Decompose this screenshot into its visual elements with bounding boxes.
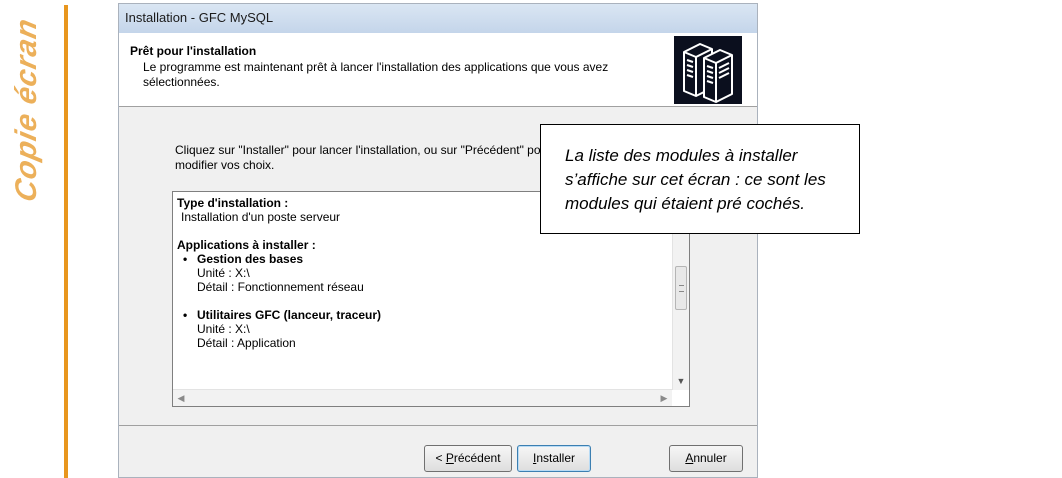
horizontal-scrollbar[interactable]: ◀ ▶ (173, 389, 672, 406)
scroll-down-icon[interactable]: ▼ (673, 374, 689, 388)
scroll-thumb[interactable] (675, 266, 687, 310)
app-detail: Détail : Fonctionnement réseau (197, 280, 364, 294)
page-title: Prêt pour l'installation (130, 44, 257, 58)
list-item: • Gestion des bases Unité : X:\ Détail : … (177, 252, 669, 294)
annotation-callout: La liste des modules à installer s’affic… (540, 124, 860, 234)
app-detail: Détail : Application (197, 336, 296, 350)
side-label: Copie écran (2, 0, 52, 230)
previous-label-rest: récédent (453, 451, 501, 465)
list-item: • Utilitaires GFC (lanceur, traceur) Unit… (177, 308, 669, 350)
app-name: Utilitaires GFC (lanceur, traceur) (197, 308, 382, 322)
cancel-label-rest: nnuler (693, 451, 727, 465)
wizard-footer: < Précédent Installer Annuler (119, 425, 757, 477)
page-description: Le programme est maintenant prêt à lance… (143, 60, 609, 89)
app-name: Gestion des bases (197, 252, 304, 266)
apps-title: Applications à installer : (177, 238, 316, 252)
app-unit: Unité : X:\ (197, 266, 250, 280)
callout-text: La liste des modules à installer s’affic… (565, 146, 826, 213)
scroll-left-icon[interactable]: ◀ (173, 390, 189, 406)
app-unit: Unité : X:\ (197, 322, 250, 336)
bullet-icon: • (183, 308, 188, 322)
bullet-icon: • (183, 252, 188, 266)
cancel-button[interactable]: Annuler (669, 445, 743, 472)
computers-icon (674, 36, 742, 104)
install-button[interactable]: Installer (517, 445, 591, 472)
wizard-header: Prêt pour l'installation Le programme es… (119, 33, 757, 107)
window-title: Installation - GFC MySQL (125, 10, 274, 25)
side-label-text: Copie écran (10, 15, 43, 205)
installer-dialog: Installation - GFC MySQL Prêt pour l'ins… (118, 3, 758, 478)
side-divider (64, 5, 68, 478)
previous-button[interactable]: < Précédent (424, 445, 512, 472)
scroll-right-icon[interactable]: ▶ (656, 390, 672, 406)
install-label-rest: nstaller (536, 451, 576, 465)
title-bar[interactable]: Installation - GFC MySQL (119, 4, 757, 34)
